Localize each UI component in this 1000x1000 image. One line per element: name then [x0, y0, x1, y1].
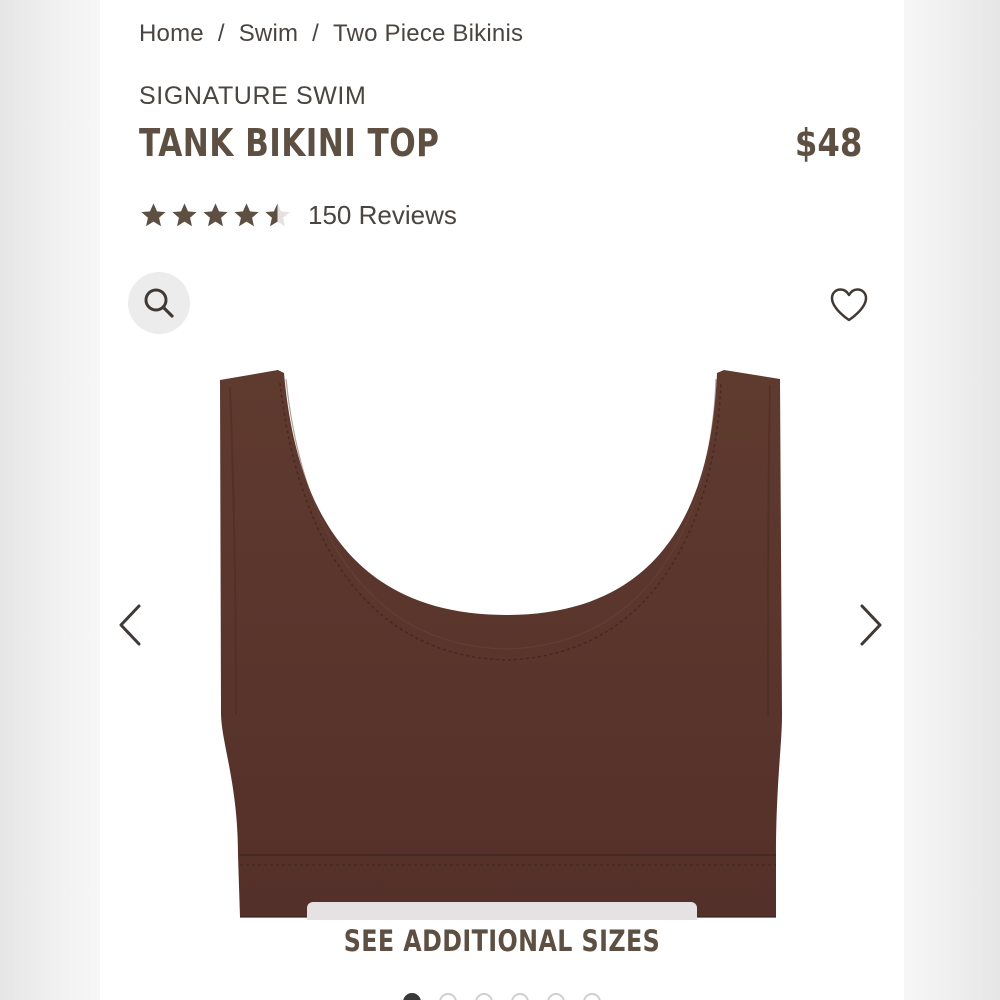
left-margin [0, 0, 100, 1000]
carousel-dot[interactable] [439, 993, 457, 1000]
breadcrumb: Home / Swim / Two Piece Bikinis [139, 20, 523, 48]
star-icon [203, 203, 228, 227]
chevron-left-icon [119, 604, 141, 646]
previous-image-button[interactable] [115, 600, 145, 650]
breadcrumb-separator: / [217, 20, 225, 47]
star-icon [141, 203, 166, 227]
right-margin [900, 0, 1000, 1000]
breadcrumb-separator: / [312, 20, 320, 47]
carousel-dots [100, 993, 904, 1000]
bikini-top-shape [220, 370, 782, 917]
product-price: $48 [794, 121, 862, 165]
carousel-dot[interactable] [475, 993, 493, 1000]
breadcrumb-home[interactable]: Home [139, 20, 204, 48]
wishlist-button[interactable] [828, 285, 870, 325]
collection-name: SIGNATURE SWIM [139, 82, 367, 110]
breadcrumb-swim[interactable]: Swim [239, 20, 298, 48]
heart-icon [830, 288, 868, 322]
carousel-dot[interactable] [403, 993, 421, 1000]
star-icon [172, 203, 197, 227]
carousel-dot[interactable] [583, 993, 601, 1000]
reviews-link[interactable]: 150 Reviews [308, 200, 457, 231]
half-star-icon [265, 203, 290, 227]
rating[interactable]: 150 Reviews [139, 200, 457, 231]
product-title: TANK BIKINI TOP [139, 121, 440, 165]
star-icon [234, 203, 259, 227]
chevron-right-icon [860, 604, 882, 646]
zoom-button[interactable] [128, 272, 190, 334]
breadcrumb-two-piece-bikinis[interactable]: Two Piece Bikinis [333, 20, 523, 48]
carousel-dot[interactable] [511, 993, 529, 1000]
carousel-dot[interactable] [547, 993, 565, 1000]
product-image [220, 370, 782, 918]
sizes-tab [307, 902, 697, 920]
next-image-button[interactable] [856, 600, 886, 650]
see-additional-sizes-label: SEE ADDITIONAL SIZES [343, 924, 661, 958]
see-additional-sizes-button[interactable]: SEE ADDITIONAL SIZES [100, 924, 904, 958]
star-rating [139, 201, 292, 230]
search-icon [144, 288, 174, 318]
product-card: Home / Swim / Two Piece Bikinis SIGNATUR… [100, 0, 904, 1000]
